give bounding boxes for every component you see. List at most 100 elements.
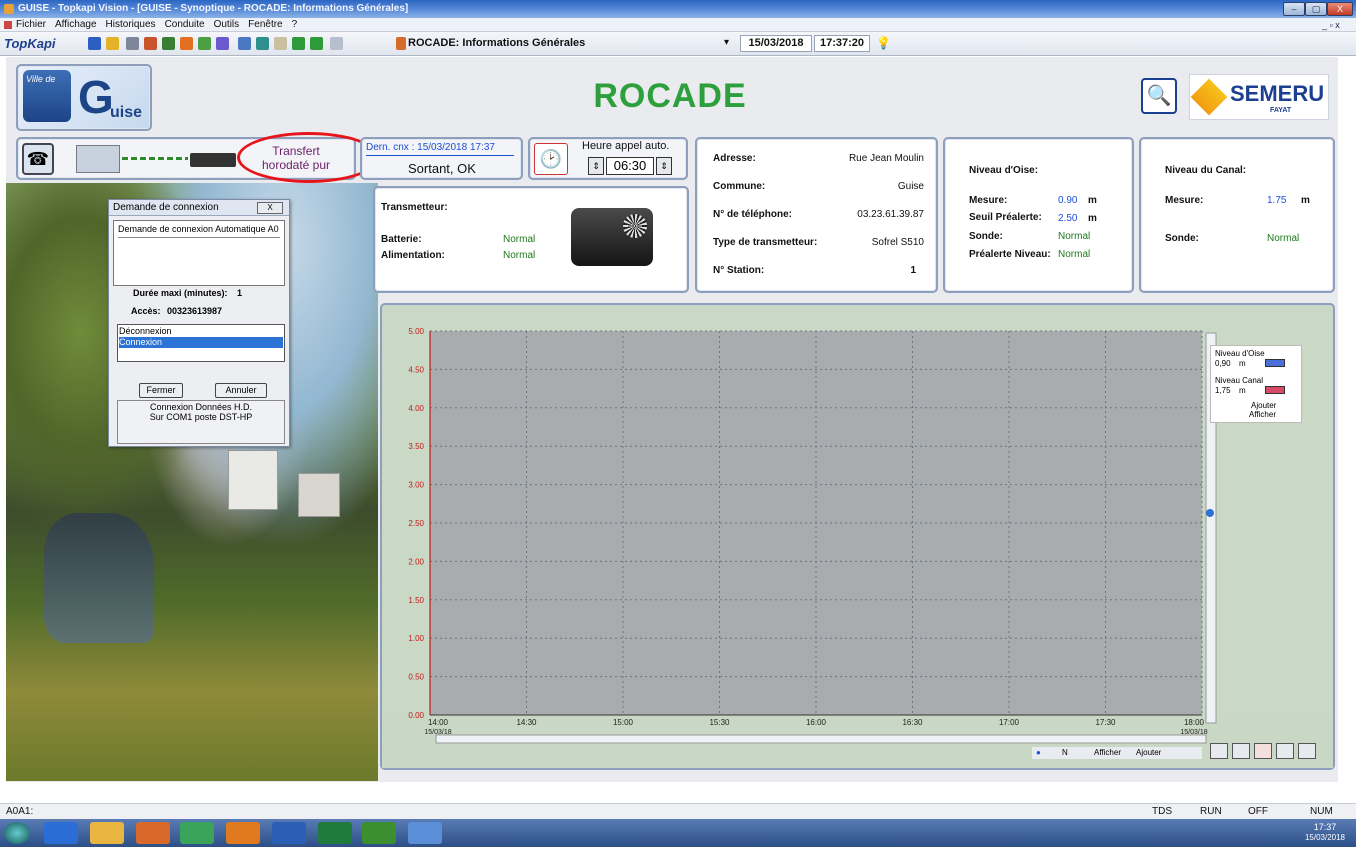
menu-item-5[interactable]: Fenêtre xyxy=(248,19,282,30)
chart-zoom-icon[interactable] xyxy=(1210,743,1228,759)
view-icon xyxy=(396,37,406,50)
dropdown-arrow-icon[interactable]: ▾ xyxy=(724,37,729,48)
topkapi-task-icon[interactable] xyxy=(362,822,396,844)
save-icon[interactable] xyxy=(88,37,101,50)
trend-chart[interactable]: 5.00 4.50 4.00 3.50 3.00 2.50 2.00 1.50 1.00 0.50… xyxy=(382,305,1333,768)
legend-add-button[interactable]: Ajouter xyxy=(1251,401,1276,410)
explorer-icon[interactable] xyxy=(90,822,124,844)
outlook-icon[interactable] xyxy=(136,822,170,844)
time-field[interactable]: 17:37:20 xyxy=(814,35,870,52)
legend-canal-swatch[interactable] xyxy=(1265,386,1285,394)
close-button[interactable]: X xyxy=(1327,2,1353,16)
oise-probe-value: Normal xyxy=(1058,231,1091,242)
dialog-close-button[interactable]: X xyxy=(257,202,283,214)
menu-item-4[interactable]: Outils xyxy=(214,19,240,30)
power-value: Normal xyxy=(503,250,536,261)
legend-show-button[interactable]: Afficher xyxy=(1249,410,1276,419)
current-view-title: ROCADE: Informations Générales xyxy=(408,37,586,49)
y-tick-label: 1.00 xyxy=(408,634,424,643)
menu-item-1[interactable]: Affichage xyxy=(55,19,97,30)
legend-oise-unit: m xyxy=(1239,359,1246,368)
action-listbox[interactable]: Déconnexion Connexion xyxy=(117,324,285,362)
nav-add-button[interactable]: Ajouter xyxy=(1136,747,1161,759)
arrow-down-icon[interactable] xyxy=(310,37,323,50)
start-button[interactable] xyxy=(4,822,30,844)
access-number[interactable]: 00323613987 xyxy=(167,306,222,316)
nav-show-button[interactable]: Afficher xyxy=(1094,747,1121,759)
app-icon xyxy=(4,4,14,14)
clock-time[interactable]: 17:37 xyxy=(1300,822,1350,832)
auto-call-panel: 🕑 Heure appel auto. ⇕ 06:30 ⇕ xyxy=(528,137,688,180)
chart-copy-icon[interactable] xyxy=(1276,743,1294,759)
modem-icon xyxy=(190,153,236,167)
legend-canal-value: 1,75 xyxy=(1215,386,1231,395)
synoptic-icon[interactable] xyxy=(144,37,157,50)
oise-probe-label: Sonde: xyxy=(969,231,1003,242)
pen-icon[interactable] xyxy=(216,37,229,50)
firefox-icon[interactable] xyxy=(226,822,260,844)
menu-item-2[interactable]: Historiques xyxy=(106,19,156,30)
semeru-diamond-icon xyxy=(1190,78,1228,116)
y-tick-label: 4.00 xyxy=(408,404,424,413)
search-icon[interactable] xyxy=(238,37,251,50)
chart-print-icon[interactable] xyxy=(1232,743,1250,759)
tree-icon[interactable] xyxy=(106,37,119,50)
time-decrement-button[interactable]: ⇕ xyxy=(588,157,604,175)
excel-icon[interactable] xyxy=(318,822,352,844)
trend-chart-panel: 5.00 4.50 4.00 3.50 3.00 2.50 2.00 1.50 1.00 0.50… xyxy=(380,303,1335,770)
list-item-connexion[interactable]: Connexion xyxy=(119,337,283,348)
ie-icon[interactable] xyxy=(44,822,78,844)
close-dialog-button[interactable]: Fermer xyxy=(139,383,183,398)
time-increment-button[interactable]: ⇕ xyxy=(656,157,672,175)
oise-measure-label: Mesure: xyxy=(969,195,1008,206)
mdi-window-controls[interactable]: _ ▫ x xyxy=(1322,18,1340,32)
chart-export-icon[interactable] xyxy=(1298,743,1316,759)
brand-sub: FAYAT xyxy=(1270,107,1292,114)
station-label: N° Station: xyxy=(713,265,765,276)
y-tick-label: 1.50 xyxy=(408,596,424,605)
last-connection-text: Dern. cnx : 15/03/2018 17:37 xyxy=(366,142,495,153)
table-icon[interactable] xyxy=(162,37,175,50)
minimize-button[interactable]: – xyxy=(1283,2,1305,16)
status-num: NUM xyxy=(1310,806,1333,817)
canal-title: Niveau du Canal: xyxy=(1165,165,1247,176)
y-tick-label: 4.50 xyxy=(408,365,424,374)
history-icon[interactable] xyxy=(256,37,269,50)
misc-icon[interactable] xyxy=(330,37,343,50)
window-title-bar[interactable]: GUISE - Topkapi Vision - [GUISE - Synopt… xyxy=(0,0,1356,18)
word-icon[interactable] xyxy=(272,822,306,844)
list-item-deconnexion[interactable]: Déconnexion xyxy=(119,326,283,337)
menu-item-3[interactable]: Conduite xyxy=(165,19,205,30)
maximize-button[interactable]: ▢ xyxy=(1305,2,1327,16)
print-icon[interactable] xyxy=(126,37,139,50)
power-label: Alimentation: xyxy=(381,250,445,261)
phone-icon[interactable]: ☎ xyxy=(22,143,54,175)
chrome-icon[interactable] xyxy=(180,822,214,844)
cancel-button[interactable]: Annuler xyxy=(215,383,267,398)
duration-value[interactable]: 1 xyxy=(237,288,242,298)
curve-icon[interactable] xyxy=(198,37,211,50)
menu-item-0[interactable]: Fichier xyxy=(16,19,46,30)
cabinet-2 xyxy=(298,473,340,517)
arrow-up-icon[interactable] xyxy=(292,37,305,50)
date-field[interactable]: 15/03/2018 xyxy=(740,35,812,52)
station-value: 1 xyxy=(910,265,916,276)
auto-call-label: Heure appel auto. xyxy=(582,140,670,152)
lightbulb-icon[interactable]: 💡 xyxy=(876,36,891,50)
app-task-icon[interactable] xyxy=(408,822,442,844)
x-tick-label: 17:00 xyxy=(999,718,1020,727)
chart-calendar-icon[interactable] xyxy=(1254,743,1272,759)
duration-label: Durée maxi (minutes): xyxy=(133,288,228,298)
nav-label[interactable]: N xyxy=(1062,747,1068,759)
legend-oise-swatch[interactable] xyxy=(1265,359,1285,367)
nav-circle-icon[interactable]: ● xyxy=(1036,747,1041,759)
auto-call-time-input[interactable]: 06:30 xyxy=(606,157,654,175)
brush-icon[interactable] xyxy=(274,37,287,50)
clock-date[interactable]: 15/03/2018 xyxy=(1300,833,1350,842)
brand-name: SEMERU xyxy=(1230,81,1325,106)
magnifier-icon[interactable]: 🔍 xyxy=(1141,78,1177,114)
menu-item-6[interactable]: ? xyxy=(292,19,298,30)
alarm-icon[interactable] xyxy=(180,37,193,50)
address-value: Rue Jean Moulin xyxy=(848,153,924,164)
x-tick-label: 14:30 xyxy=(516,718,537,727)
